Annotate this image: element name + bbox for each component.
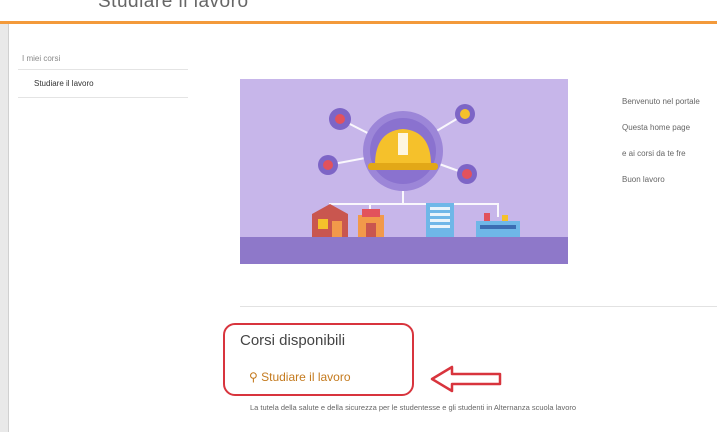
courses-heading: Corsi disponibili bbox=[240, 332, 346, 349]
welcome-text: Benvenuto nel portale Questa home page e… bbox=[622, 94, 717, 198]
course-banner-image bbox=[240, 79, 568, 264]
welcome-line: Buon lavoro bbox=[622, 175, 665, 184]
course-link-label: Studiare il lavoro bbox=[261, 370, 351, 384]
window-left-edge bbox=[0, 24, 9, 432]
top-header: Studiare il lavoro bbox=[0, 0, 717, 24]
course-link-studiare-il-lavoro[interactable]: ⚲ Studiare il lavoro bbox=[249, 370, 351, 384]
welcome-line: Benvenuto nel portale bbox=[622, 97, 700, 106]
welcome-line: e ai corsi da te fre bbox=[622, 149, 686, 158]
welcome-line: Questa home page bbox=[622, 123, 691, 132]
sidebar: I miei corsi Studiare il lavoro bbox=[18, 48, 188, 98]
course-description: La tutela della salute e della sicurezza… bbox=[250, 403, 577, 412]
sidebar-item-studiare-il-lavoro[interactable]: Studiare il lavoro bbox=[18, 70, 188, 98]
course-icon: ⚲ bbox=[249, 370, 262, 384]
section-divider bbox=[240, 306, 717, 307]
arrow-left-icon bbox=[430, 365, 502, 393]
sidebar-heading: I miei corsi bbox=[18, 48, 188, 70]
app-title: Studiare il lavoro bbox=[98, 0, 249, 12]
